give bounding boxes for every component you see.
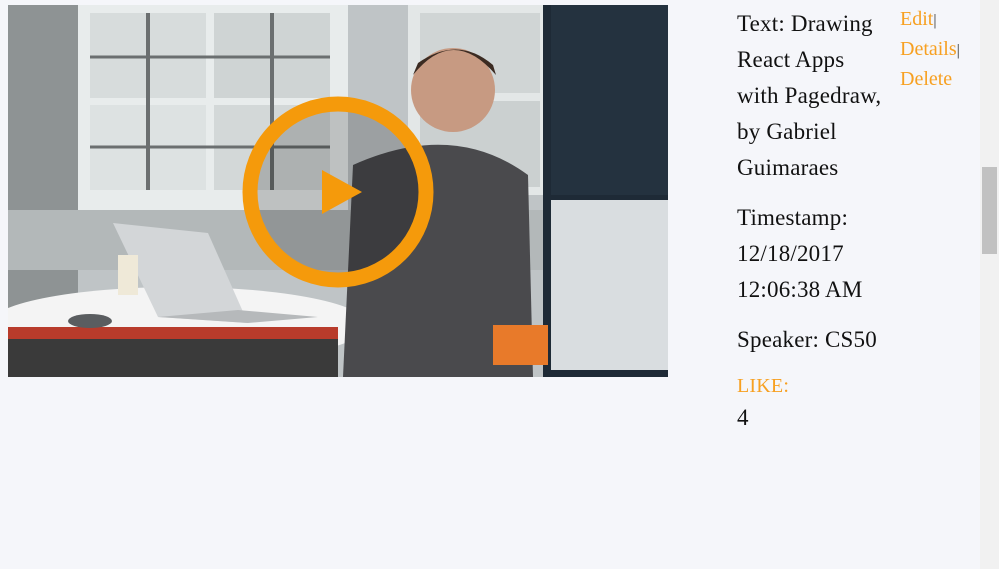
scrollbar-thumb[interactable] (982, 167, 997, 254)
edit-row: Edit| (900, 5, 980, 35)
separator: | (956, 42, 960, 59)
timestamp-field: Timestamp: 12/18/2017 12:06:38 AM (737, 200, 892, 308)
page: Text: Drawing React Apps with Pagedraw, … (0, 0, 980, 569)
actions-links: Edit| Details| Delete (900, 5, 980, 94)
edit-link[interactable]: Edit (900, 8, 933, 30)
video-details: Text: Drawing React Apps with Pagedraw, … (737, 6, 892, 450)
video-player[interactable] (8, 5, 668, 377)
like-count: 4 (737, 405, 749, 430)
like-field: LIKE: 4 (737, 372, 892, 436)
delete-row: Delete (900, 65, 980, 94)
details-link[interactable]: Details (900, 38, 957, 60)
like-label: LIKE: (737, 375, 790, 397)
vertical-scrollbar[interactable] (980, 0, 999, 569)
separator: | (933, 12, 937, 29)
timestamp-value: Timestamp: 12/18/2017 12:06:38 AM (737, 205, 863, 302)
text-value: Text: Drawing React Apps with Pagedraw, … (737, 11, 882, 180)
speaker-value: Speaker: CS50 (737, 327, 877, 352)
text-field: Text: Drawing React Apps with Pagedraw, … (737, 6, 892, 186)
speaker-field: Speaker: CS50 (737, 322, 892, 358)
play-icon (242, 96, 434, 288)
play-button[interactable] (242, 96, 434, 288)
details-row: Details| (900, 35, 980, 65)
delete-link[interactable]: Delete (900, 68, 952, 90)
